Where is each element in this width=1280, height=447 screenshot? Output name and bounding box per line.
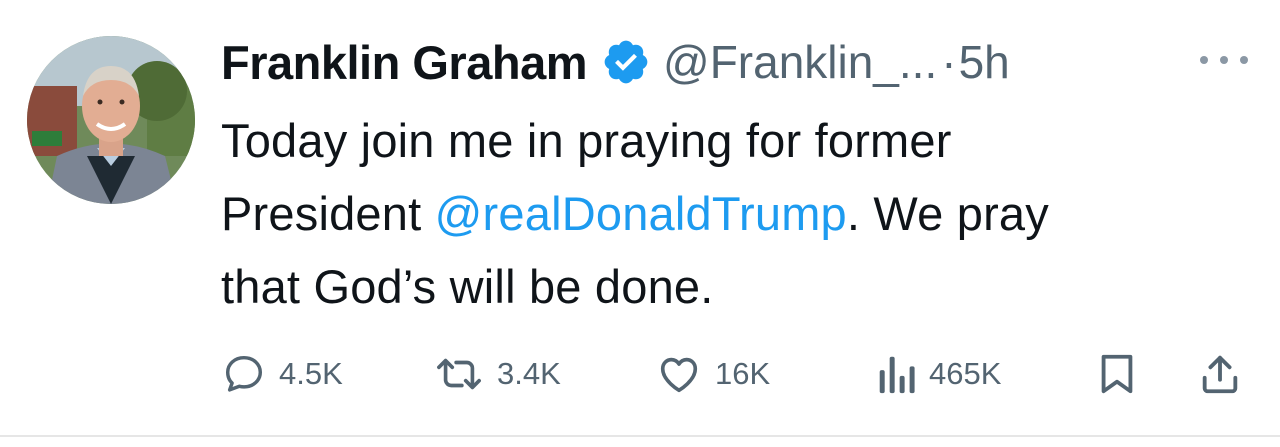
tweet-line: that God’s will be done. [221, 260, 714, 313]
mention-link[interactable]: @realDonaldTrump [435, 187, 847, 240]
bookmark-button[interactable] [1097, 348, 1137, 400]
share-button[interactable] [1197, 348, 1243, 400]
timestamp[interactable]: 5h [959, 35, 1010, 89]
avatar[interactable] [27, 36, 195, 204]
tweet-line: President @realDonaldTrump. We pray [221, 177, 1251, 250]
like-count: 16K [715, 356, 771, 391]
tweet-text-segment: . We pray [846, 187, 1049, 240]
retweet-count: 3.4K [497, 356, 561, 391]
share-icon [1197, 351, 1243, 397]
tweet-line: Today join me in praying for former [221, 114, 952, 167]
display-name[interactable]: Franklin Graham [221, 35, 588, 90]
views-count: 465K [929, 356, 1002, 391]
views-icon [875, 351, 917, 397]
tweet-text: Today join me in praying for former Pres… [221, 104, 1251, 323]
separator-dot: · [941, 36, 957, 88]
action-bar: 4.5K 3.4K 16K 465K [221, 348, 1261, 400]
tweet-header: Franklin Graham @Franklin_... · 5h [221, 30, 1010, 94]
retweet-icon [433, 351, 485, 397]
tweet-card[interactable]: Franklin Graham @Franklin_... · 5h Today… [0, 0, 1280, 437]
tweet-text-segment: President [221, 187, 435, 240]
verified-badge-icon[interactable] [601, 37, 651, 87]
bookmark-icon [1097, 351, 1137, 397]
retweet-button[interactable]: 3.4K [433, 348, 561, 400]
reply-button[interactable]: 4.5K [221, 348, 343, 400]
heart-icon [655, 351, 703, 397]
reply-icon [221, 351, 267, 397]
like-button[interactable]: 16K [655, 348, 770, 400]
handle[interactable]: @Franklin_... [663, 35, 937, 89]
reply-count: 4.5K [279, 356, 343, 391]
views-button[interactable]: 465K [875, 348, 1001, 400]
more-icon[interactable] [1196, 48, 1252, 72]
